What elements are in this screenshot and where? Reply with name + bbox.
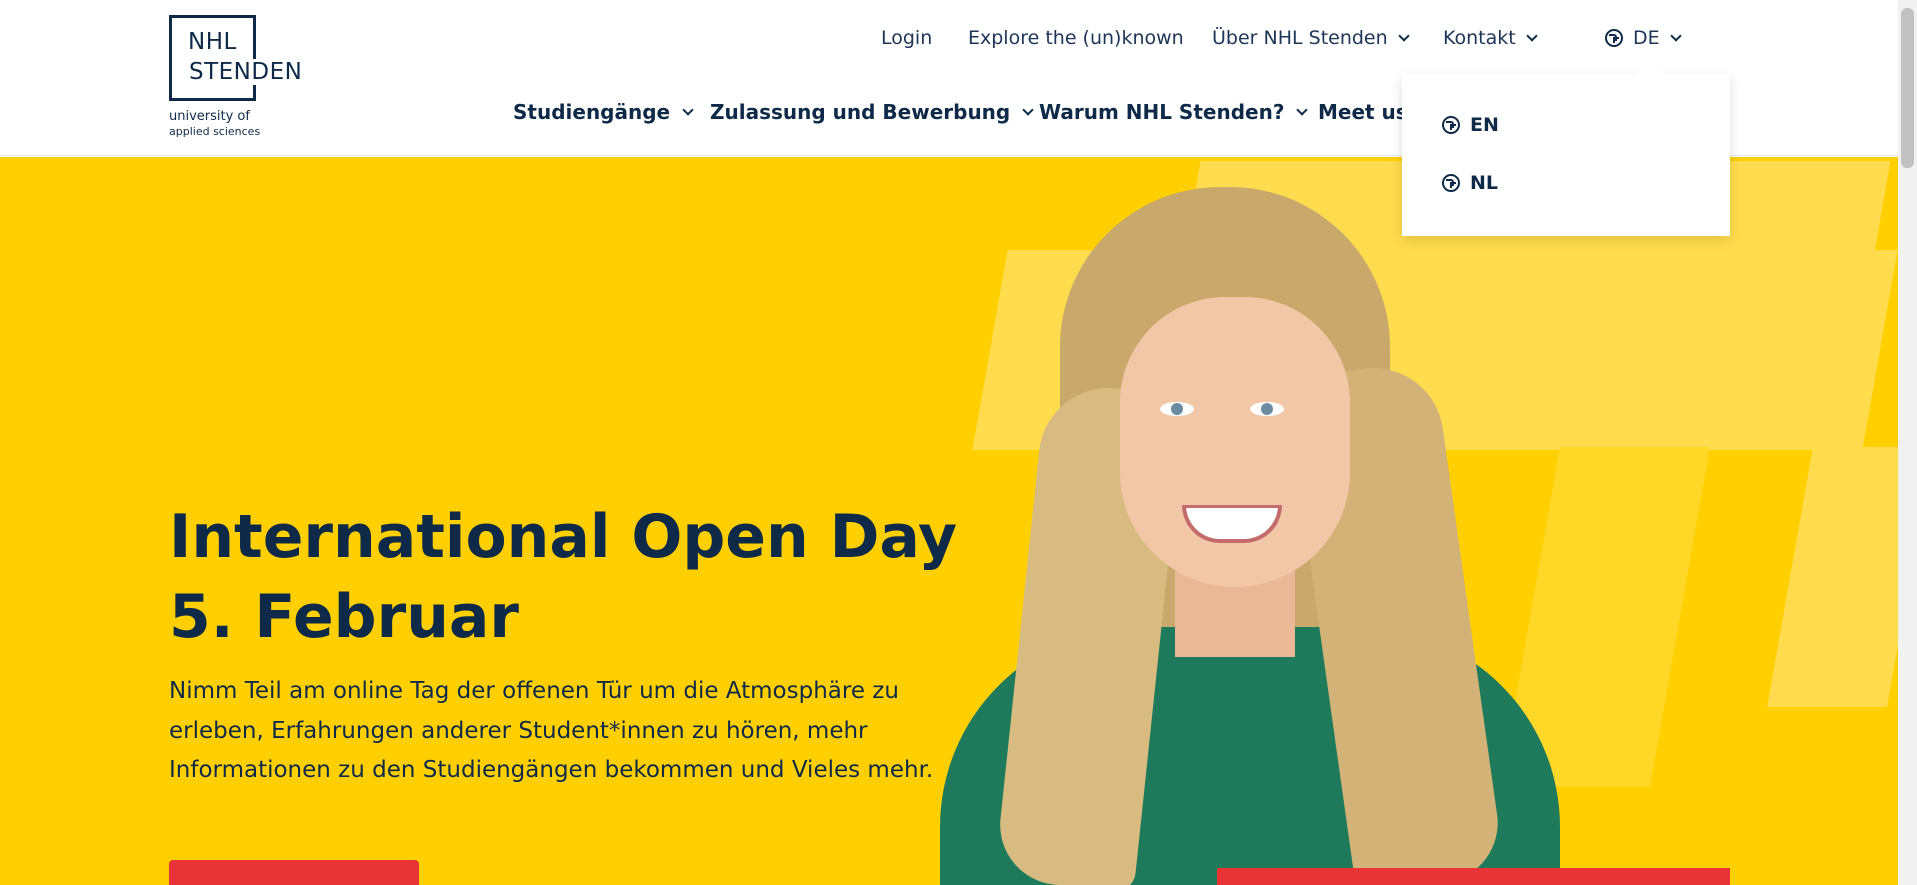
language-option-label: EN (1470, 114, 1499, 136)
hero-title-line2: 5. Februar (169, 582, 520, 652)
nav-label: Warum NHL Stenden? (1039, 100, 1285, 124)
decorative-shape (1767, 447, 1898, 707)
globe-icon (1442, 116, 1460, 134)
chevron-down-icon (1526, 29, 1538, 42)
red-banner (1217, 868, 1730, 885)
eye (1250, 402, 1284, 416)
hero-cta-button[interactable] (169, 860, 419, 885)
language-switcher[interactable]: DE (1605, 26, 1682, 50)
nav-warum[interactable]: Warum NHL Stenden? (1039, 99, 1309, 125)
scrollbar-thumb[interactable] (1901, 8, 1914, 168)
face (1120, 297, 1350, 587)
logo-subtitle-1: university of (169, 109, 250, 124)
hero-section: International Open Day 5. Februar Nimm T… (0, 157, 1898, 885)
chevron-down-icon (1398, 29, 1410, 42)
language-dropdown: EN NL (1402, 74, 1730, 236)
hero-title-line1: International Open Day (169, 502, 958, 572)
explore-link[interactable]: Explore the (un)known (968, 26, 1184, 50)
about-label: Über NHL Stenden (1212, 27, 1388, 49)
language-option-label: NL (1470, 172, 1499, 194)
eye (1160, 402, 1194, 416)
contact-menu[interactable]: Kontakt (1443, 26, 1538, 50)
nav-label: Meet us (1318, 100, 1408, 124)
page-scrollbar[interactable] (1898, 0, 1917, 885)
about-menu[interactable]: Über NHL Stenden (1212, 26, 1410, 50)
language-option-nl[interactable]: NL (1442, 172, 1498, 194)
logo-subtitle-2: applied sciences (169, 125, 261, 138)
logo-frame (169, 15, 256, 101)
nav-label: Studiengänge (513, 100, 671, 124)
hero-title: International Open Day 5. Februar (169, 497, 989, 657)
chevron-down-icon (1669, 29, 1682, 42)
language-option-en[interactable]: EN (1442, 114, 1499, 136)
globe-icon (1442, 174, 1460, 192)
contact-label: Kontakt (1443, 27, 1516, 49)
login-link[interactable]: Login (881, 26, 932, 50)
chevron-down-icon (682, 103, 694, 116)
nav-zulassung[interactable]: Zulassung und Bewerbung (710, 99, 1034, 125)
logo-line2: STENDEN (187, 59, 305, 85)
hero-description: Nimm Teil am online Tag der offenen Tür … (169, 678, 934, 783)
nav-studiengaenge[interactable]: Studiengänge (513, 99, 694, 125)
globe-icon (1605, 29, 1623, 47)
logo-line1: NHL (188, 29, 237, 55)
chevron-down-icon (1296, 103, 1309, 116)
language-current: DE (1633, 27, 1660, 49)
chevron-down-icon (1022, 103, 1034, 116)
nav-meet-us[interactable]: Meet us (1318, 99, 1408, 125)
nav-label: Zulassung und Bewerbung (710, 100, 1011, 124)
hero-student-photo (920, 187, 1640, 885)
nhl-stenden-logo[interactable]: NHL STENDEN university of applied scienc… (169, 15, 314, 140)
